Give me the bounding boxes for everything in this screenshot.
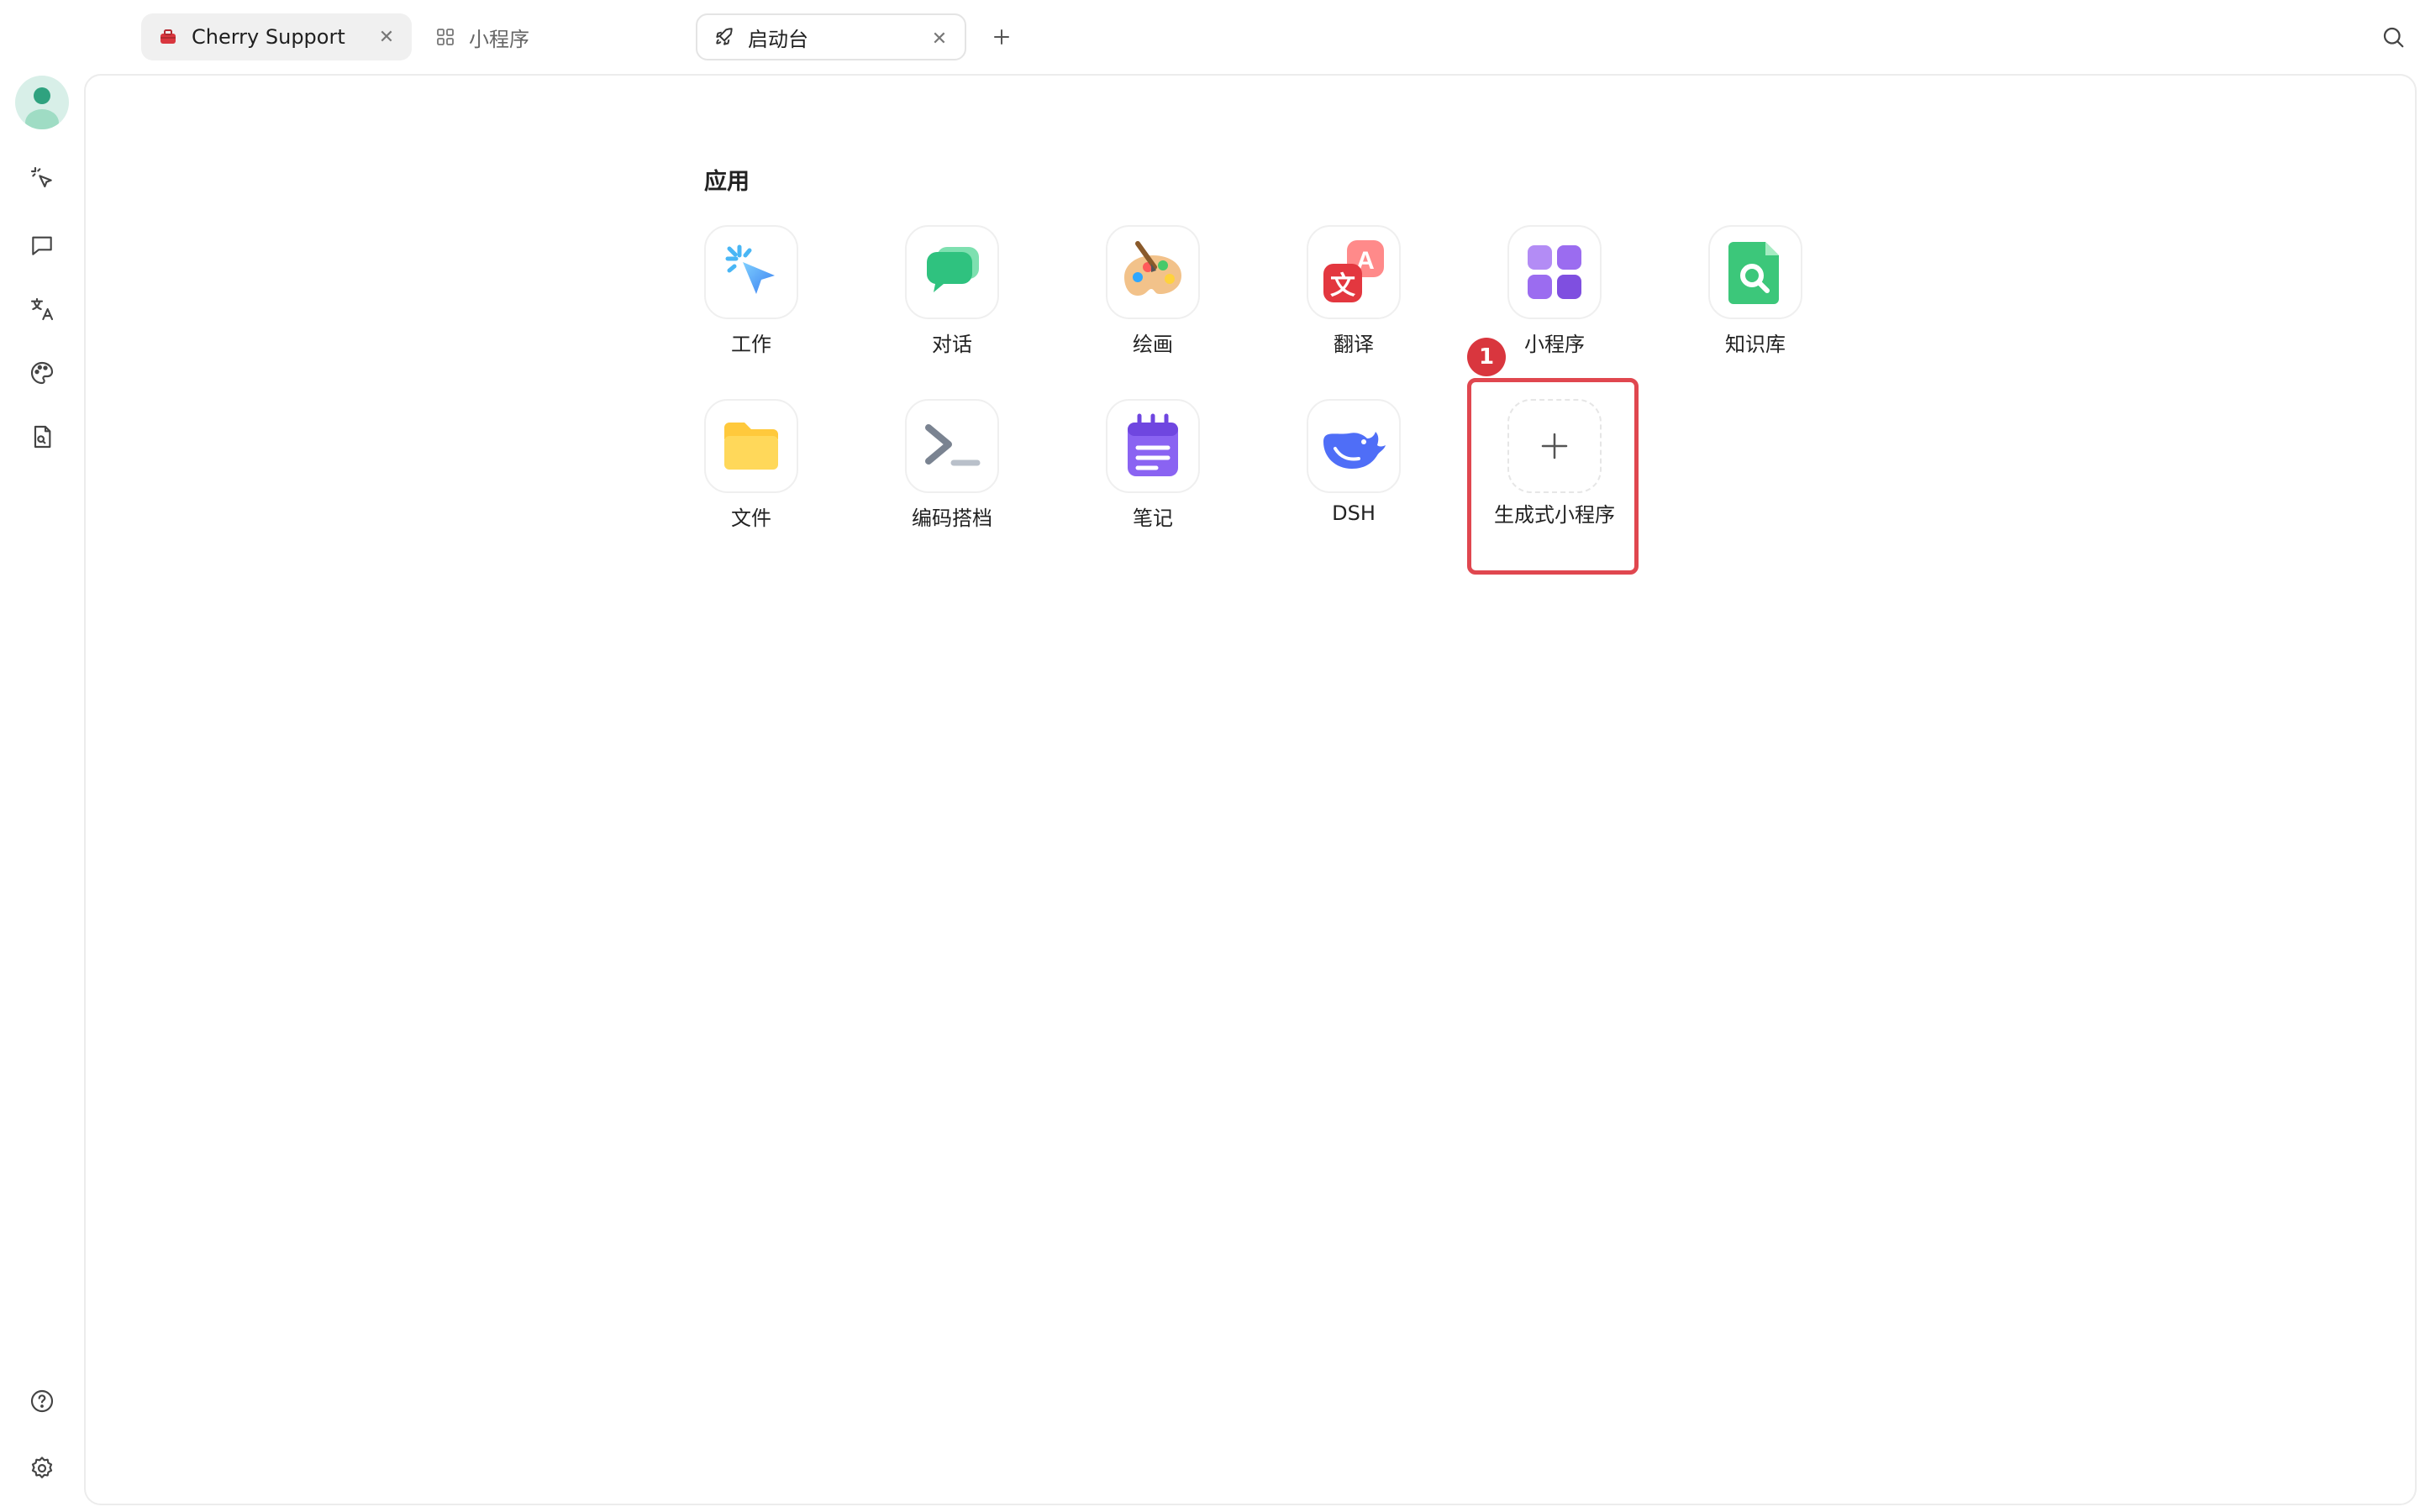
tab-mini-programs[interactable]: 小程序 [418,13,671,60]
tab-launchpad[interactable]: 启动台 ✕ [696,13,966,60]
sidebar-item-knowledge[interactable] [22,417,62,457]
app-files[interactable]: 文件 [684,399,818,559]
app-agent[interactable]: 工作 [684,225,818,385]
sidebar-item-chat[interactable] [22,225,62,265]
app-label: 小程序 [1524,333,1585,356]
app-label: 工作 [731,333,771,356]
launchpad-panel [84,74,2417,1505]
palette-icon [30,361,54,385]
search-icon [2383,27,2404,48]
app-knowledge-base[interactable]: 知识库 [1688,225,1823,385]
search-button[interactable] [2376,20,2410,54]
settings-icon [31,1457,53,1478]
app-chat[interactable]: 对话 [885,225,1019,385]
settings-button[interactable] [22,1448,62,1488]
close-icon[interactable]: ✕ [928,27,951,50]
app-label: 笔记 [1133,507,1173,530]
help-button[interactable] [22,1381,62,1421]
app-notes[interactable]: 笔记 [1086,399,1220,559]
app-label: 知识库 [1725,333,1786,356]
file-search-icon [34,425,51,449]
folder-icon [704,399,798,493]
step-badge: 1 [1467,338,1506,376]
app-translate[interactable]: A文 翻译 [1286,225,1421,385]
plus-icon [994,29,1009,45]
tab-label: Cherry Support [192,25,345,49]
app-label: 绘画 [1133,333,1173,356]
svg-text:文: 文 [1330,271,1355,301]
knowledge-base-icon [1708,225,1802,319]
paint-palette-icon [1106,225,1200,319]
app-label: DSH [1332,501,1376,525]
translate-icon [30,297,54,321]
app-code-partner[interactable]: 编码搭档 [885,399,1019,559]
toolbox-icon [156,25,180,49]
sidebar [0,74,84,1512]
mini-apps-icon [1507,225,1602,319]
sidebar-item-agent[interactable] [22,158,62,198]
tab-bar: Cherry Support ✕ 小程序 启动台 ✕ [0,0,2420,74]
app-label: 文件 [731,507,771,530]
app-mini-programs[interactable]: 小程序 [1487,225,1622,385]
translate-app-icon: A文 [1307,225,1401,319]
app-paint[interactable]: 绘画 [1086,225,1220,385]
app-label: 编码搭档 [912,507,992,530]
create-mini-program-button[interactable]: 生成式小程序 [1487,399,1622,559]
rocket-icon [713,25,736,49]
tab-label: 启动台 [748,27,808,51]
plus-icon [1507,399,1602,493]
sidebar-item-translate[interactable] [22,289,62,329]
agent-cursor-icon [704,225,798,319]
grid-icon [434,25,457,49]
notepad-icon [1106,399,1200,493]
avatar[interactable] [15,76,69,129]
app-label: 对话 [932,333,972,356]
new-tab-button[interactable] [985,18,1018,55]
app-label: 翻译 [1334,333,1374,356]
chat-bubble-icon [32,236,52,255]
terminal-icon [905,399,999,493]
help-icon [30,1389,54,1413]
section-title: 应用 [704,169,750,195]
whale-icon [1307,399,1401,493]
tab-cherry-support[interactable]: Cherry Support ✕ [141,13,412,60]
app-label: 生成式小程序 [1494,503,1615,527]
tab-label: 小程序 [469,27,529,51]
app-dsh[interactable]: DSH [1286,399,1421,559]
sparkle-cursor-icon [30,166,52,188]
close-icon[interactable]: ✕ [375,25,398,49]
sidebar-item-paint[interactable] [22,353,62,393]
chat-icon [905,225,999,319]
